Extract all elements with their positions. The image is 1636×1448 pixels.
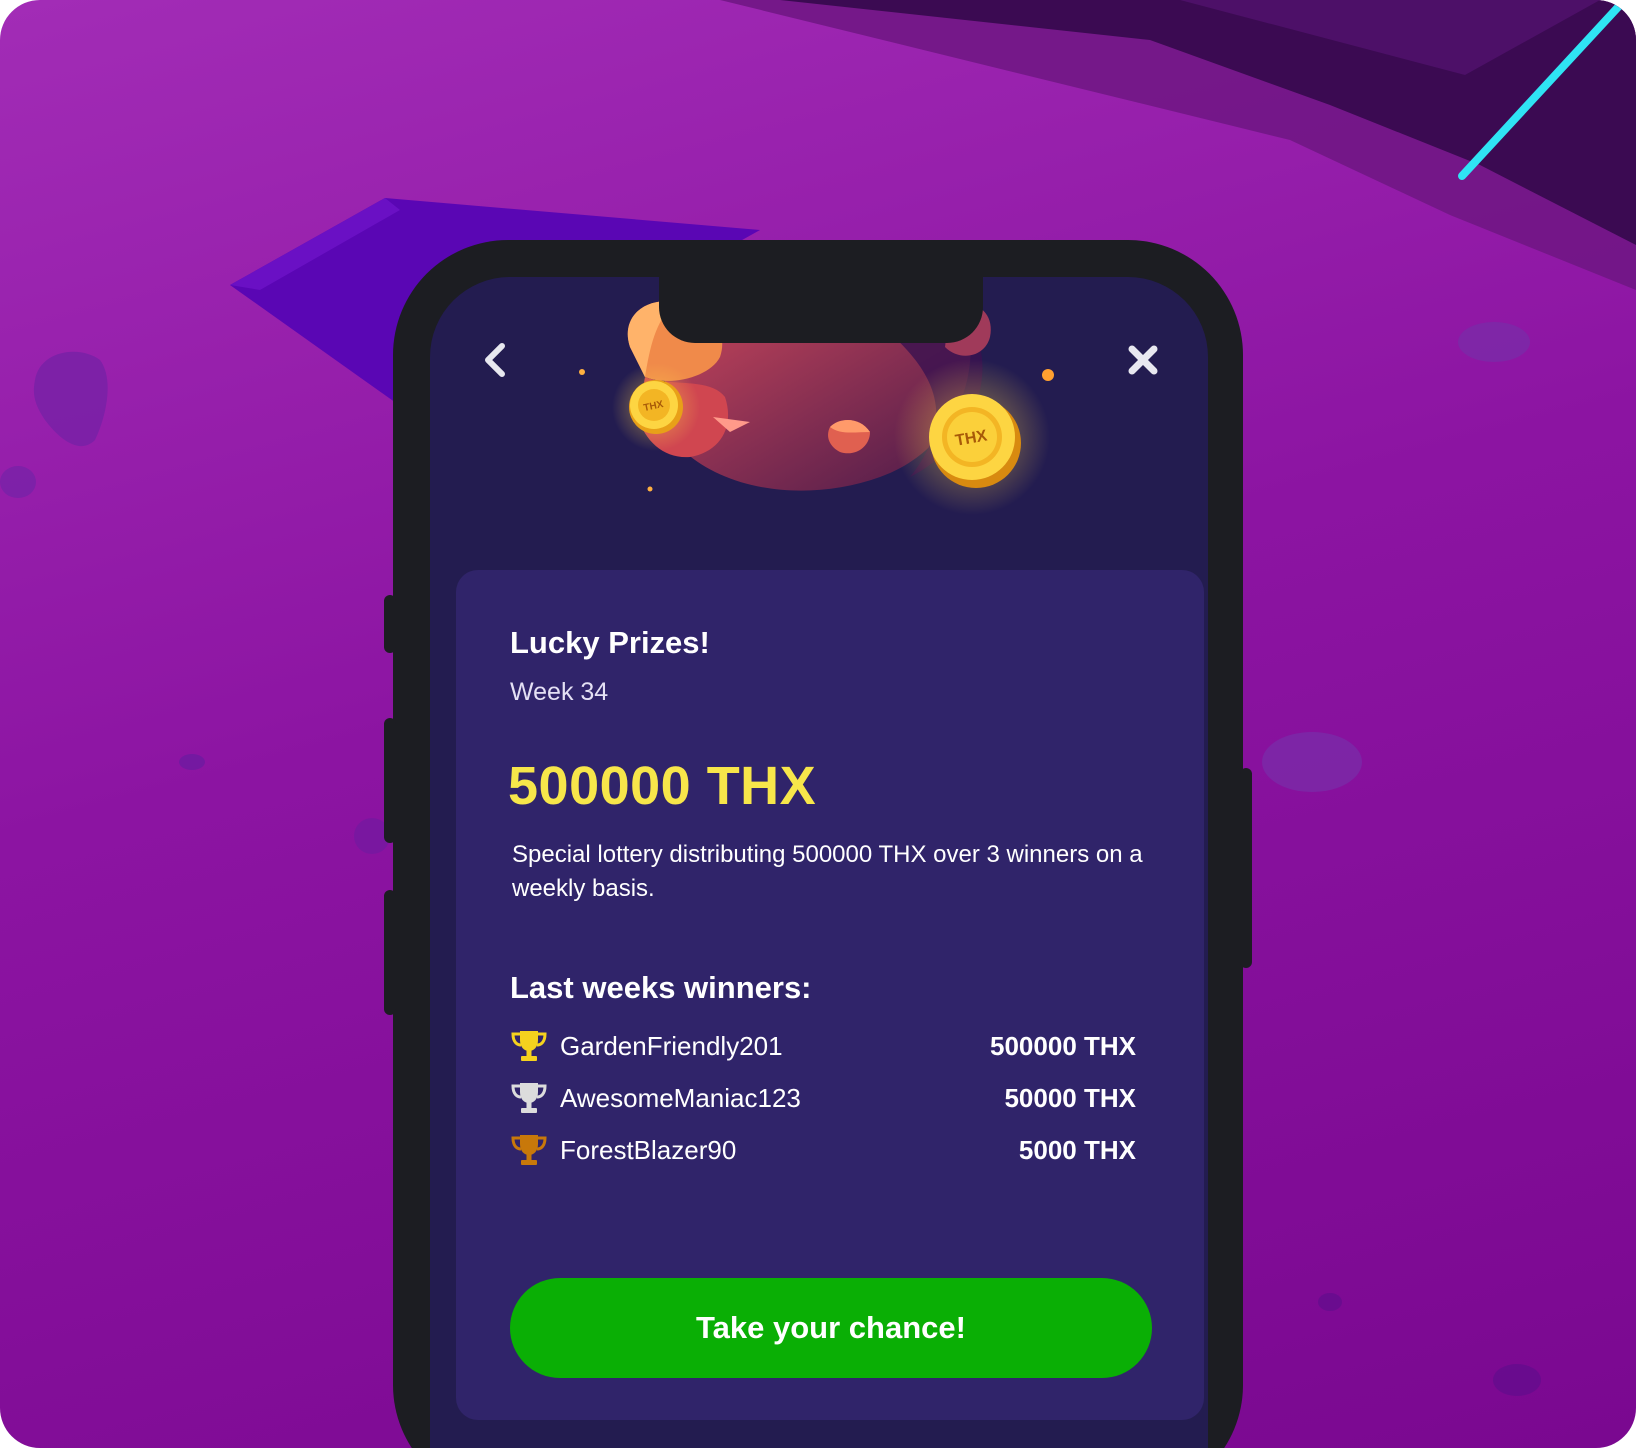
phone-notch xyxy=(659,277,983,343)
winner-name: ForestBlazer90 xyxy=(560,1134,737,1165)
winner-name: GardenFriendly201 xyxy=(560,1030,783,1061)
chevron-left-icon xyxy=(485,343,505,377)
winner-row: GardenFriendly201 500000 THX xyxy=(510,1026,1136,1066)
prize-amount: 500000 THX xyxy=(508,756,817,816)
prize-description: Special lottery distributing 500000 THX … xyxy=(512,841,1143,902)
app-screen: THX THX Lucky Prizes! Week 34 500000 THX… xyxy=(430,277,1208,1448)
winners-heading: Last weeks winners: xyxy=(510,970,812,1005)
back-button[interactable] xyxy=(472,337,518,383)
trophy-gold-icon xyxy=(511,1031,547,1061)
trophy-silver-icon xyxy=(511,1083,547,1113)
phone-volume-down-button xyxy=(384,890,396,1015)
phone-mute-switch xyxy=(384,595,396,653)
phone-volume-up-button xyxy=(384,718,396,843)
take-your-chance-button[interactable]: Take your chance! xyxy=(510,1278,1152,1378)
card-title: Lucky Prizes! xyxy=(510,625,710,660)
phone-mockup: THX THX Lucky Prizes! Week 34 500000 THX… xyxy=(384,240,1252,1448)
background-scene: THX THX Lucky Prizes! Week 34 500000 THX… xyxy=(0,0,1636,1448)
winner-amount: 50000 THX xyxy=(1004,1082,1136,1113)
phone-power-button xyxy=(1240,768,1252,968)
lottery-card: Lucky Prizes! Week 34 500000 THX Special… xyxy=(456,570,1204,1420)
trophy-bronze-icon xyxy=(511,1135,547,1165)
winner-row: AwesomeManiac123 50000 THX xyxy=(510,1078,1136,1118)
winner-name: AwesomeManiac123 xyxy=(560,1082,801,1113)
close-button[interactable] xyxy=(1120,337,1166,383)
close-x-icon xyxy=(1128,345,1158,375)
week-label: Week 34 xyxy=(510,678,609,706)
winner-row: ForestBlazer90 5000 THX xyxy=(510,1130,1136,1170)
winner-amount: 5000 THX xyxy=(1018,1134,1136,1165)
winner-amount: 500000 THX xyxy=(990,1030,1136,1061)
